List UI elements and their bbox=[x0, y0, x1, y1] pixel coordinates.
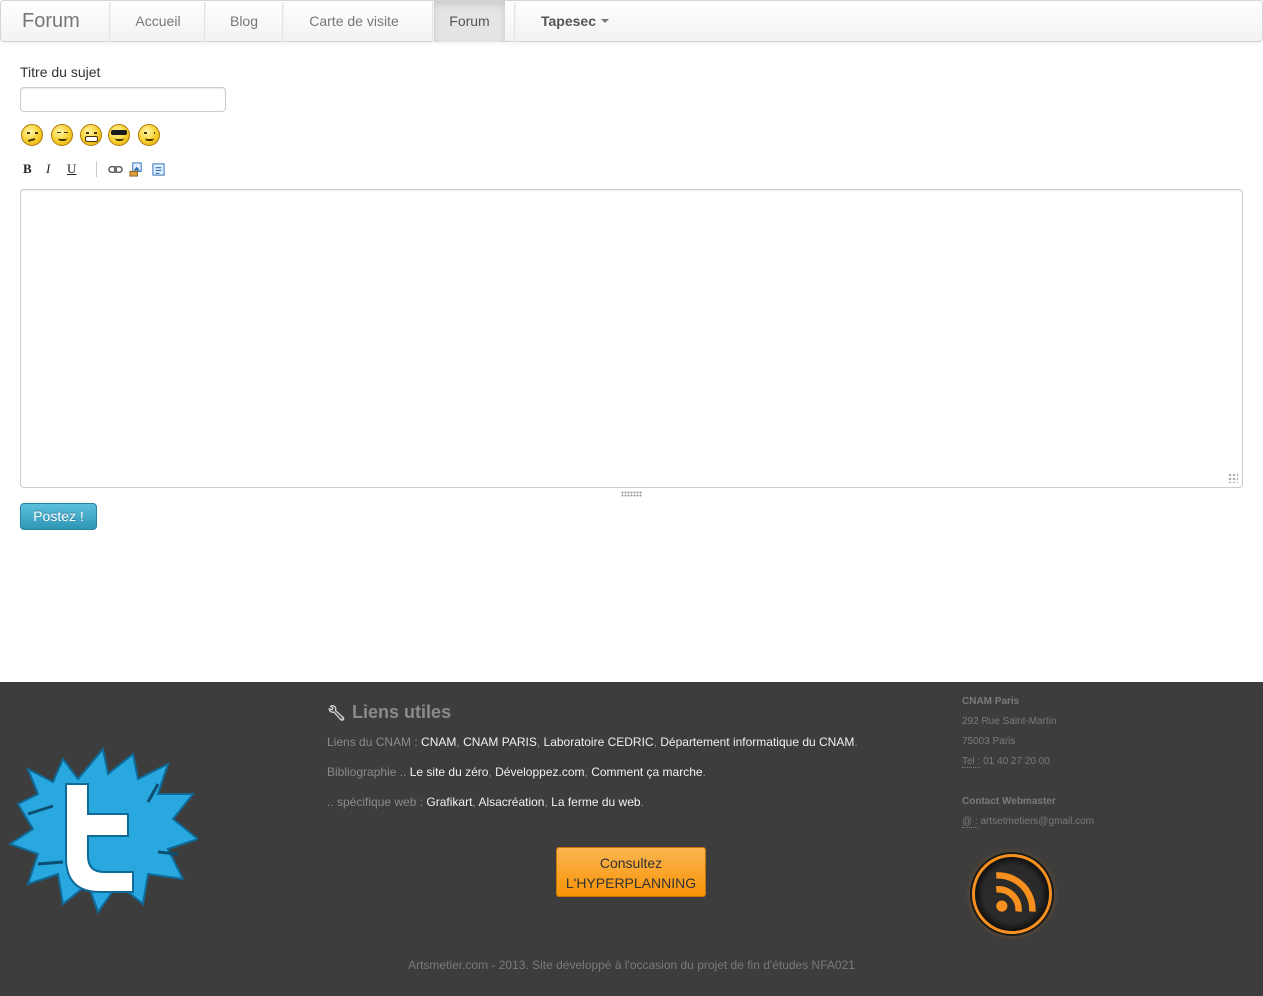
address-street: 292 Rue Saint-Martin bbox=[962, 716, 1057, 727]
email-label: @ : bbox=[962, 816, 978, 828]
address-city: 75003 Paris bbox=[962, 736, 1016, 747]
italic-button[interactable]: I bbox=[46, 161, 50, 177]
web-links-prefix: .. spécifique web : bbox=[327, 795, 424, 809]
quote-icon[interactable] bbox=[151, 162, 166, 177]
link-departement-informatique[interactable]: Département informatique du CNAM bbox=[660, 735, 854, 749]
useful-links-title: Liens utiles bbox=[352, 702, 452, 722]
nav-item-carte-de-visite[interactable]: Carte de visite bbox=[284, 1, 424, 42]
bibliography-prefix: Bibliographie .. bbox=[327, 765, 407, 779]
nav-divider bbox=[514, 2, 516, 42]
twitter-logo-icon[interactable] bbox=[8, 744, 198, 914]
phone-label: Tel : bbox=[962, 756, 981, 768]
editor-drag-handle[interactable] bbox=[621, 491, 642, 497]
caret-down-icon bbox=[601, 19, 609, 24]
web-links: .. spécifique web : Grafikart, Alsacréat… bbox=[327, 795, 644, 809]
bibliography-links: Bibliographie .. Le site du zéro, Dévelo… bbox=[327, 765, 706, 779]
user-menu-dropdown[interactable]: Tapesec bbox=[529, 1, 621, 42]
title-label: Titre du sujet bbox=[20, 64, 101, 80]
nav-item-blog[interactable]: Blog bbox=[206, 1, 282, 42]
underline-button[interactable]: U bbox=[67, 161, 76, 177]
useful-links-heading: 🔧︎ Liens utiles bbox=[327, 702, 451, 723]
link-icon[interactable] bbox=[108, 162, 123, 177]
message-editor[interactable] bbox=[20, 189, 1243, 488]
thinking-smiley-icon[interactable] bbox=[21, 124, 43, 146]
squint-smiley-icon[interactable] bbox=[51, 124, 73, 146]
bold-button[interactable]: B bbox=[23, 161, 32, 177]
image-icon[interactable] bbox=[129, 162, 144, 177]
cnam-links-prefix: Liens du CNAM : bbox=[327, 735, 418, 749]
grin-smiley-icon[interactable] bbox=[80, 124, 102, 146]
user-menu-label: Tapesec bbox=[541, 13, 596, 29]
phone-value: 01 40 27 20 00 bbox=[983, 756, 1050, 767]
address-phone: Tel : 01 40 27 20 00 bbox=[962, 756, 1050, 768]
hyperplanning-line1: Consultez bbox=[599, 855, 663, 871]
rss-feed-icon[interactable] bbox=[972, 854, 1052, 934]
toolbar-divider bbox=[96, 161, 97, 177]
post-button[interactable]: Postez ! bbox=[20, 503, 97, 530]
nav-item-forum[interactable]: Forum bbox=[434, 1, 505, 42]
hyperplanning-button[interactable]: Consultez L'HYPERPLANNING bbox=[556, 847, 706, 897]
brand[interactable]: Forum bbox=[22, 10, 80, 33]
title-input[interactable] bbox=[20, 87, 226, 112]
link-developpez[interactable]: Développez.com bbox=[495, 765, 584, 779]
email-value[interactable]: artsetmetiers@gmail.com bbox=[981, 816, 1095, 827]
contact-email: @ : artsetmetiers@gmail.com bbox=[962, 816, 1095, 828]
hyperplanning-line2: L'HYPERPLANNING bbox=[565, 875, 697, 891]
wrench-icon: 🔧︎ bbox=[327, 705, 347, 722]
cool-smiley-icon[interactable] bbox=[108, 124, 130, 146]
copyright-text: Artsmetier.com - 2013. Site développé à … bbox=[408, 958, 855, 972]
cnam-links: Liens du CNAM : CNAM, CNAM PARIS, Labora… bbox=[327, 735, 858, 749]
link-laboratoire-cedric[interactable]: Laboratoire CEDRIC bbox=[544, 735, 654, 749]
resize-grip-icon[interactable] bbox=[1228, 473, 1238, 483]
link-cnam-paris[interactable]: CNAM PARIS bbox=[463, 735, 537, 749]
address-name: CNAM Paris bbox=[962, 696, 1020, 707]
top-navbar: Forum Accueil Blog Carte de visite Forum… bbox=[0, 0, 1263, 42]
link-ferme-du-web[interactable]: La ferme du web bbox=[551, 795, 640, 809]
contact-webmaster-title: Contact Webmaster bbox=[962, 796, 1056, 807]
wink-smiley-icon[interactable] bbox=[138, 124, 160, 146]
link-comment-ca-marche[interactable]: Comment ça marche bbox=[591, 765, 702, 779]
link-alsacreation[interactable]: Alsacréation bbox=[478, 795, 544, 809]
link-grafikart[interactable]: Grafikart bbox=[426, 795, 472, 809]
link-cnam[interactable]: CNAM bbox=[421, 735, 456, 749]
nav-item-accueil[interactable]: Accueil bbox=[111, 1, 205, 42]
link-site-du-zero[interactable]: Le site du zéro bbox=[410, 765, 489, 779]
